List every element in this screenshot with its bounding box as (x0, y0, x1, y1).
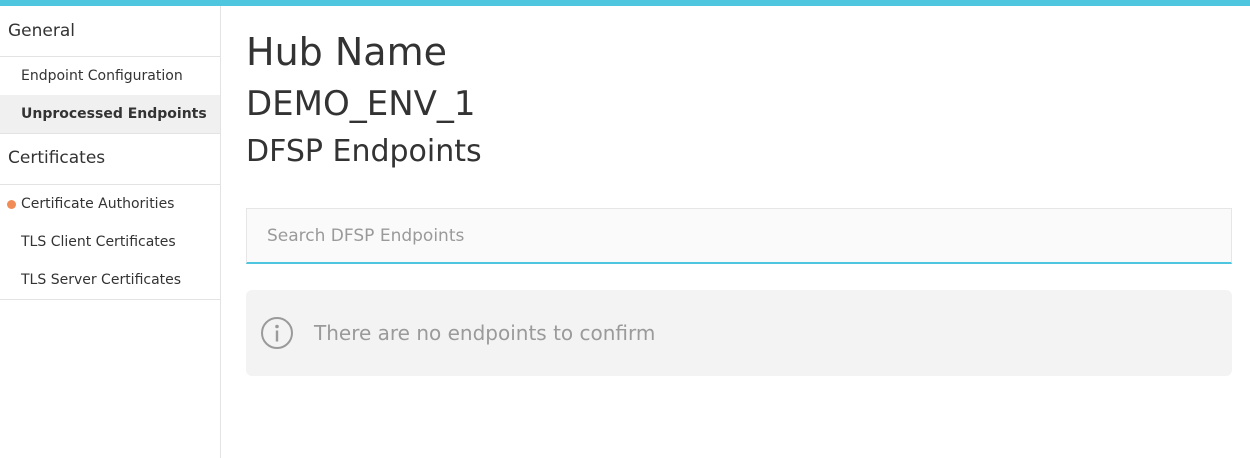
sidebar-section-certificates: Certificates (0, 133, 220, 185)
sidebar-item-endpoint-configuration[interactable]: Endpoint Configuration (0, 57, 220, 95)
sidebar-item-tls-client-certificates[interactable]: TLS Client Certificates (0, 223, 220, 261)
general-menu: Endpoint Configuration Unprocessed Endpo… (0, 57, 220, 133)
sidebar-item-unprocessed-endpoints[interactable]: Unprocessed Endpoints (0, 95, 220, 133)
main-content: Hub Name DEMO_ENV_1 DFSP Endpoints There… (246, 6, 1232, 376)
sidebar-section-general: General (0, 6, 220, 57)
sidebar: General Endpoint Configuration Unprocess… (0, 6, 221, 458)
hub-name-value: DEMO_ENV_1 (246, 84, 476, 124)
search-field-container (246, 208, 1232, 264)
page-title: DFSP Endpoints (246, 134, 482, 169)
search-input[interactable] (247, 209, 1231, 262)
hub-name-label: Hub Name (246, 30, 447, 74)
notification-dot (7, 200, 16, 209)
empty-state-message-box: There are no endpoints to confirm (246, 290, 1232, 376)
sidebar-item-label: Certificate Authorities (21, 196, 175, 212)
empty-state-text: There are no endpoints to confirm (314, 321, 656, 345)
sidebar-item-tls-server-certificates[interactable]: TLS Server Certificates (0, 261, 220, 299)
info-circle-icon (260, 316, 294, 350)
certificates-menu: Certificate Authorities TLS Client Certi… (0, 185, 220, 300)
sidebar-item-certificate-authorities[interactable]: Certificate Authorities (0, 185, 220, 223)
